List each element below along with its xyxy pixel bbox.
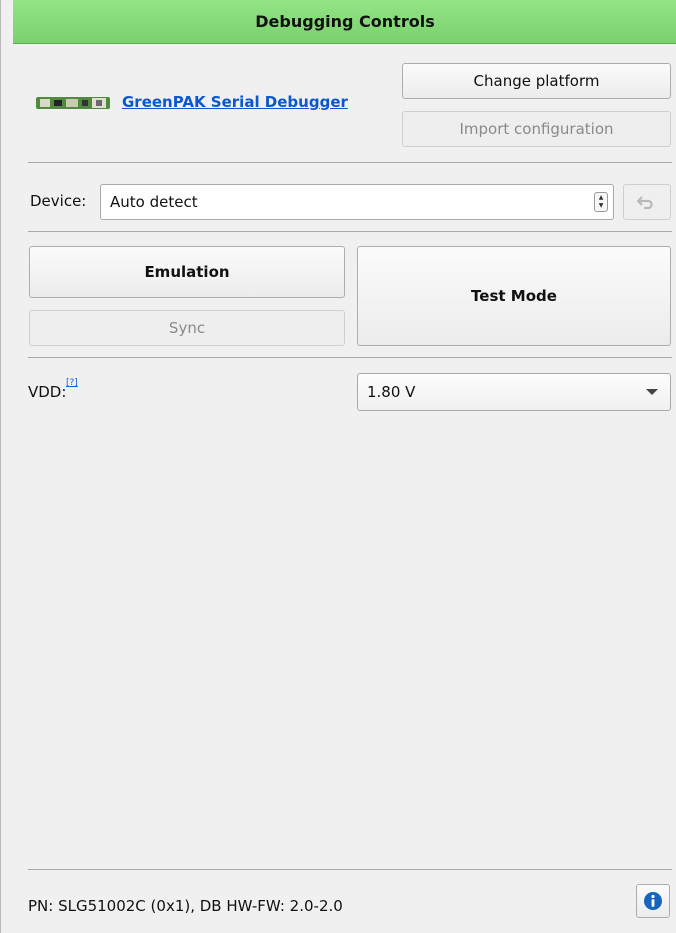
test-mode-button[interactable]: Test Mode: [357, 246, 671, 346]
vdd-value: 1.80 V: [367, 383, 416, 401]
vdd-help-link[interactable]: [?]: [66, 378, 78, 388]
divider: [28, 162, 672, 163]
chevron-down-icon: [646, 389, 658, 395]
undo-icon: [637, 196, 653, 209]
debugger-link[interactable]: GreenPAK Serial Debugger: [122, 93, 348, 111]
panel-title: Debugging Controls: [13, 0, 676, 44]
debugging-controls-panel: Debugging Controls GreenPAK Serial Debug…: [0, 0, 676, 933]
vdd-label: VDD:: [28, 383, 67, 401]
divider: [28, 357, 672, 358]
pcb-board-icon: [36, 97, 110, 109]
device-spinbox[interactable]: Auto detect ▲ ▼: [100, 184, 614, 220]
vdd-select[interactable]: 1.80 V: [357, 373, 671, 411]
status-text: PN: SLG51002C (0x1), DB HW-FW: 2.0-2.0: [28, 897, 343, 915]
emulation-button[interactable]: Emulation: [29, 246, 345, 298]
divider: [28, 869, 672, 870]
change-platform-button[interactable]: Change platform: [402, 63, 671, 99]
info-icon: [644, 892, 662, 910]
divider: [28, 231, 672, 232]
device-value: Auto detect: [110, 193, 198, 211]
device-label: Device:: [30, 192, 87, 210]
sync-button[interactable]: Sync: [29, 310, 345, 346]
info-button[interactable]: [636, 884, 670, 918]
reset-device-button[interactable]: [623, 184, 671, 220]
import-configuration-button[interactable]: Import configuration: [402, 111, 671, 147]
spin-arrows-icon[interactable]: ▲ ▼: [594, 192, 608, 212]
